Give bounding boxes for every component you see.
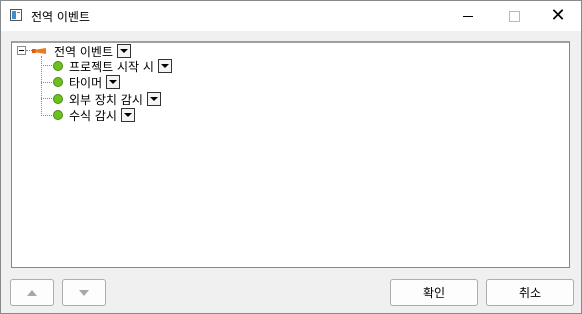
tree-connector-line: [41, 82, 52, 83]
event-flag-icon: [32, 45, 50, 57]
chevron-down-icon: [149, 97, 158, 101]
tree-connector-line: [41, 65, 52, 66]
window-title: 전역 이벤트: [31, 10, 91, 24]
move-down-button[interactable]: [62, 279, 106, 306]
title-bar[interactable]: 전역 이벤트 ✕: [1, 1, 581, 31]
minimize-button[interactable]: [445, 1, 491, 31]
dropdown-button[interactable]: [106, 75, 121, 89]
tree-connector-line: [41, 115, 52, 116]
tree-connector-line: [41, 98, 52, 99]
arrow-up-icon: [27, 289, 37, 296]
maximize-button[interactable]: [491, 1, 537, 31]
maximize-icon: [508, 10, 520, 22]
chevron-down-icon: [123, 113, 132, 117]
green-dot-icon: [53, 110, 63, 120]
tree-node-label: 외부 장치 감시: [69, 92, 143, 107]
dropdown-button[interactable]: [146, 92, 161, 106]
event-tree[interactable]: 전역 이벤트 프로젝트 시작 시 타이머 외부 장치 감시 수식 감시: [11, 41, 570, 268]
chevron-down-icon: [120, 49, 129, 53]
tree-node-label: 프로젝트 시작 시: [69, 59, 154, 74]
dropdown-button[interactable]: [157, 59, 172, 73]
chevron-down-icon: [160, 64, 169, 68]
global-events-dialog: 전역 이벤트 ✕ 전역 이벤트 프로젝트 시작 시 타이머 외부 장치 감시 수…: [0, 0, 582, 314]
move-up-button[interactable]: [10, 279, 54, 306]
tree-node-device-watch[interactable]: 외부 장치 감시: [53, 91, 161, 107]
dropdown-button[interactable]: [120, 108, 135, 122]
green-dot-icon: [53, 77, 63, 87]
dropdown-button[interactable]: [117, 44, 132, 58]
chevron-down-icon: [109, 80, 118, 84]
app-icon: [10, 9, 22, 21]
minimize-icon: [463, 15, 473, 17]
green-dot-icon: [53, 61, 63, 71]
tree-node-label: 수식 감시: [69, 108, 117, 123]
cancel-button[interactable]: 취소: [486, 279, 574, 306]
close-button[interactable]: ✕: [535, 1, 581, 31]
close-icon: ✕: [550, 5, 566, 26]
collapse-toggle[interactable]: [17, 46, 26, 55]
arrow-down-icon: [79, 289, 89, 296]
ok-button[interactable]: 확인: [390, 279, 478, 306]
tree-node-label: 타이머: [69, 75, 103, 90]
green-dot-icon: [53, 94, 63, 104]
tree-node-timer[interactable]: 타이머: [53, 74, 121, 90]
tree-node-formula-watch[interactable]: 수식 감시: [53, 107, 135, 123]
tree-node-project-start[interactable]: 프로젝트 시작 시: [53, 58, 172, 74]
